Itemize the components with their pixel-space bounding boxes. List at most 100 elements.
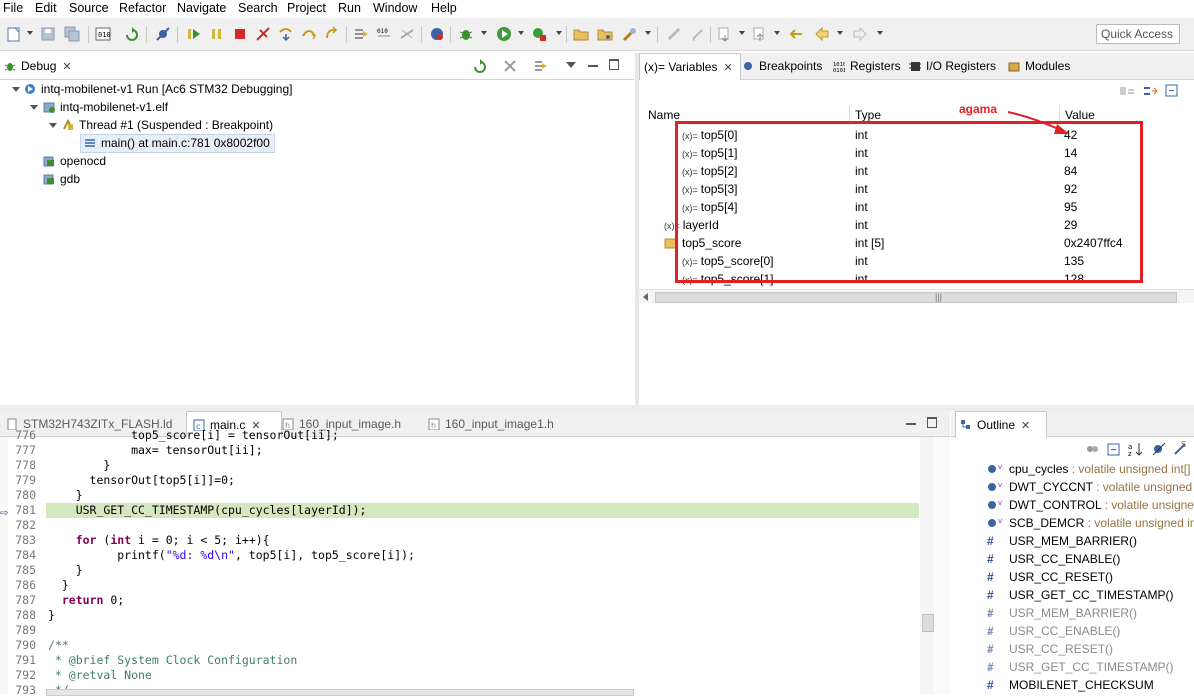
minimize-icon[interactable]: [588, 65, 598, 67]
run-icon[interactable]: [496, 26, 512, 42]
prev-annotation-icon[interactable]: [752, 26, 768, 42]
close-icon[interactable]: ✕: [62, 61, 71, 73]
scrollbar-thumb[interactable]: [655, 292, 1177, 303]
maximize-icon[interactable]: [609, 59, 619, 70]
outline-item[interactable]: #/ USR_CC_RESET(): [987, 640, 1194, 658]
new-dropdown-icon[interactable]: [27, 31, 33, 35]
save-all-icon[interactable]: [64, 26, 80, 42]
external-tools-dropdown-icon[interactable]: [556, 31, 562, 35]
next-annotation-dropdown-icon[interactable]: [739, 31, 745, 35]
maximize-icon[interactable]: [927, 417, 937, 428]
tab-breakpoints[interactable]: Breakpoints: [742, 53, 822, 79]
menu-file[interactable]: File: [3, 0, 23, 16]
tree-thread[interactable]: Thread #1 (Suspended : Breakpoint): [62, 116, 273, 134]
tree-openocd[interactable]: openocd: [43, 152, 106, 170]
debug-dropdown-icon[interactable]: [481, 31, 487, 35]
code-line[interactable]: 780 }: [0, 488, 918, 503]
collapse-all-icon[interactable]: [1142, 84, 1158, 98]
search-icon[interactable]: [622, 26, 638, 42]
scrollbar-thumb[interactable]: [922, 614, 934, 632]
variables-horizontal-scrollbar[interactable]: |||: [639, 289, 1194, 304]
step-return-icon[interactable]: [324, 26, 340, 42]
resume-icon[interactable]: [186, 26, 202, 42]
forward-dropdown-icon[interactable]: [877, 31, 883, 35]
outline-item[interactable]: # USR_MEM_BARRIER(): [987, 532, 1194, 550]
tab-variables[interactable]: (x)= Variables ✕: [639, 53, 741, 80]
menu-window[interactable]: Window: [373, 0, 417, 16]
relaunch-icon[interactable]: [472, 58, 488, 74]
close-icon[interactable]: ✕: [723, 62, 732, 74]
quick-access-input[interactable]: Quick Access: [1096, 24, 1180, 44]
open-type-icon[interactable]: [597, 26, 613, 42]
menu-help[interactable]: Help: [431, 0, 457, 16]
new-icon[interactable]: [6, 26, 22, 42]
expand-icon[interactable]: [49, 123, 57, 128]
search-dropdown-icon[interactable]: [645, 31, 651, 35]
next-annotation-icon[interactable]: [717, 26, 733, 42]
column-type[interactable]: Type: [855, 108, 881, 122]
outline-item[interactable]: #/ USR_GET_CC_TIMESTAMP(): [987, 658, 1194, 676]
suspend-icon[interactable]: [209, 26, 225, 42]
view-menu-icon[interactable]: [566, 62, 576, 68]
minimize-icon[interactable]: [906, 423, 916, 425]
outline-item[interactable]: #/ USR_MEM_BARRIER(): [987, 604, 1194, 622]
outline-item[interactable]: # MOBILENET_CHECKSUM: [987, 676, 1194, 694]
menu-project[interactable]: Project: [287, 0, 326, 16]
sort-icon[interactable]: az: [1128, 441, 1144, 457]
step-over-icon[interactable]: [301, 26, 317, 42]
code-area[interactable]: 776 top5_score[i] = tensorOut[ii]; 777 ma…: [0, 428, 918, 694]
filter-icon[interactable]: [1085, 443, 1101, 457]
tree-elf[interactable]: intq-mobilenet-v1.elf: [43, 98, 168, 116]
instruction-stepping-icon[interactable]: [353, 26, 369, 42]
code-line[interactable]: 776 top5_score[i] = tensorOut[ii];: [0, 428, 918, 443]
show-type-names-icon[interactable]: [1119, 84, 1135, 98]
code-line[interactable]: 778 }: [0, 458, 918, 473]
remove-icon[interactable]: [399, 26, 415, 42]
expand-icon[interactable]: [30, 105, 38, 110]
last-edit-location-icon[interactable]: [788, 26, 804, 42]
expand-icon[interactable]: [12, 87, 20, 92]
annotation-icon[interactable]: [666, 26, 682, 42]
outline-item[interactable]: # USR_GET_CC_TIMESTAMP(): [987, 586, 1194, 604]
editor-horizontal-scrollbar[interactable]: [46, 689, 634, 696]
code-line[interactable]: 784 printf("%d: %d\n", top5[i], top5_sco…: [0, 548, 918, 563]
hide-static-icon[interactable]: S: [1173, 440, 1189, 456]
tab-io-registers[interactable]: I/O Registers: [909, 53, 996, 79]
code-line[interactable]: 781 USR_GET_CC_TIMESTAMP(cpu_cycles[laye…: [0, 503, 918, 518]
variables-detail-pane[interactable]: [639, 303, 1194, 405]
debug-icon[interactable]: [458, 26, 474, 42]
code-line[interactable]: 791 * @brief System Clock Configuration: [0, 653, 918, 668]
forward-icon[interactable]: [852, 26, 868, 42]
code-line[interactable]: 786 }: [0, 578, 918, 593]
code-line[interactable]: 792 * @retval None: [0, 668, 918, 683]
outline-item[interactable]: v cpu_cycles : volatile unsigned int[]: [987, 460, 1194, 478]
column-name[interactable]: Name: [648, 108, 680, 122]
globe-debug-icon[interactable]: [429, 26, 445, 42]
menu-navigate[interactable]: Navigate: [177, 0, 226, 16]
step-into-icon[interactable]: [278, 26, 294, 42]
hide-fields-icon[interactable]: [1151, 442, 1167, 456]
code-line[interactable]: 779 tensorOut[top5[i]]=0;: [0, 473, 918, 488]
menu-source[interactable]: Source: [69, 0, 109, 16]
outline-item[interactable]: # USR_CC_ENABLE(): [987, 550, 1194, 568]
code-line[interactable]: 787 return 0;: [0, 593, 918, 608]
collapse-icon[interactable]: [1165, 84, 1179, 98]
outline-item[interactable]: v SCB_DEMCR : volatile unsigned int: [987, 514, 1194, 532]
code-line[interactable]: 782: [0, 518, 918, 533]
scroll-left-icon[interactable]: [643, 293, 648, 301]
code-line[interactable]: 788}: [0, 608, 918, 623]
remove-terminated-icon[interactable]: [502, 58, 518, 74]
save-icon[interactable]: [40, 26, 56, 42]
tree-stack-frame[interactable]: main() at main.c:781 0x8002f00: [80, 134, 275, 153]
binary-step-icon[interactable]: 010: [376, 26, 392, 42]
outline-item[interactable]: v DWT_CONTROL : volatile unsigned: [987, 496, 1194, 514]
edit-pencil-icon[interactable]: [690, 26, 706, 42]
binary-icon[interactable]: 010: [95, 26, 111, 42]
code-line[interactable]: 785 }: [0, 563, 918, 578]
tab-modules[interactable]: Modules: [1008, 53, 1070, 79]
skip-breakpoints-icon[interactable]: [155, 26, 171, 42]
code-line[interactable]: 777 max= tensorOut[ii];: [0, 443, 918, 458]
outline-item[interactable]: # USR_CC_RESET(): [987, 568, 1194, 586]
outline-item[interactable]: #/ USR_CC_ENABLE(): [987, 622, 1194, 640]
run-dropdown-icon[interactable]: [518, 31, 524, 35]
